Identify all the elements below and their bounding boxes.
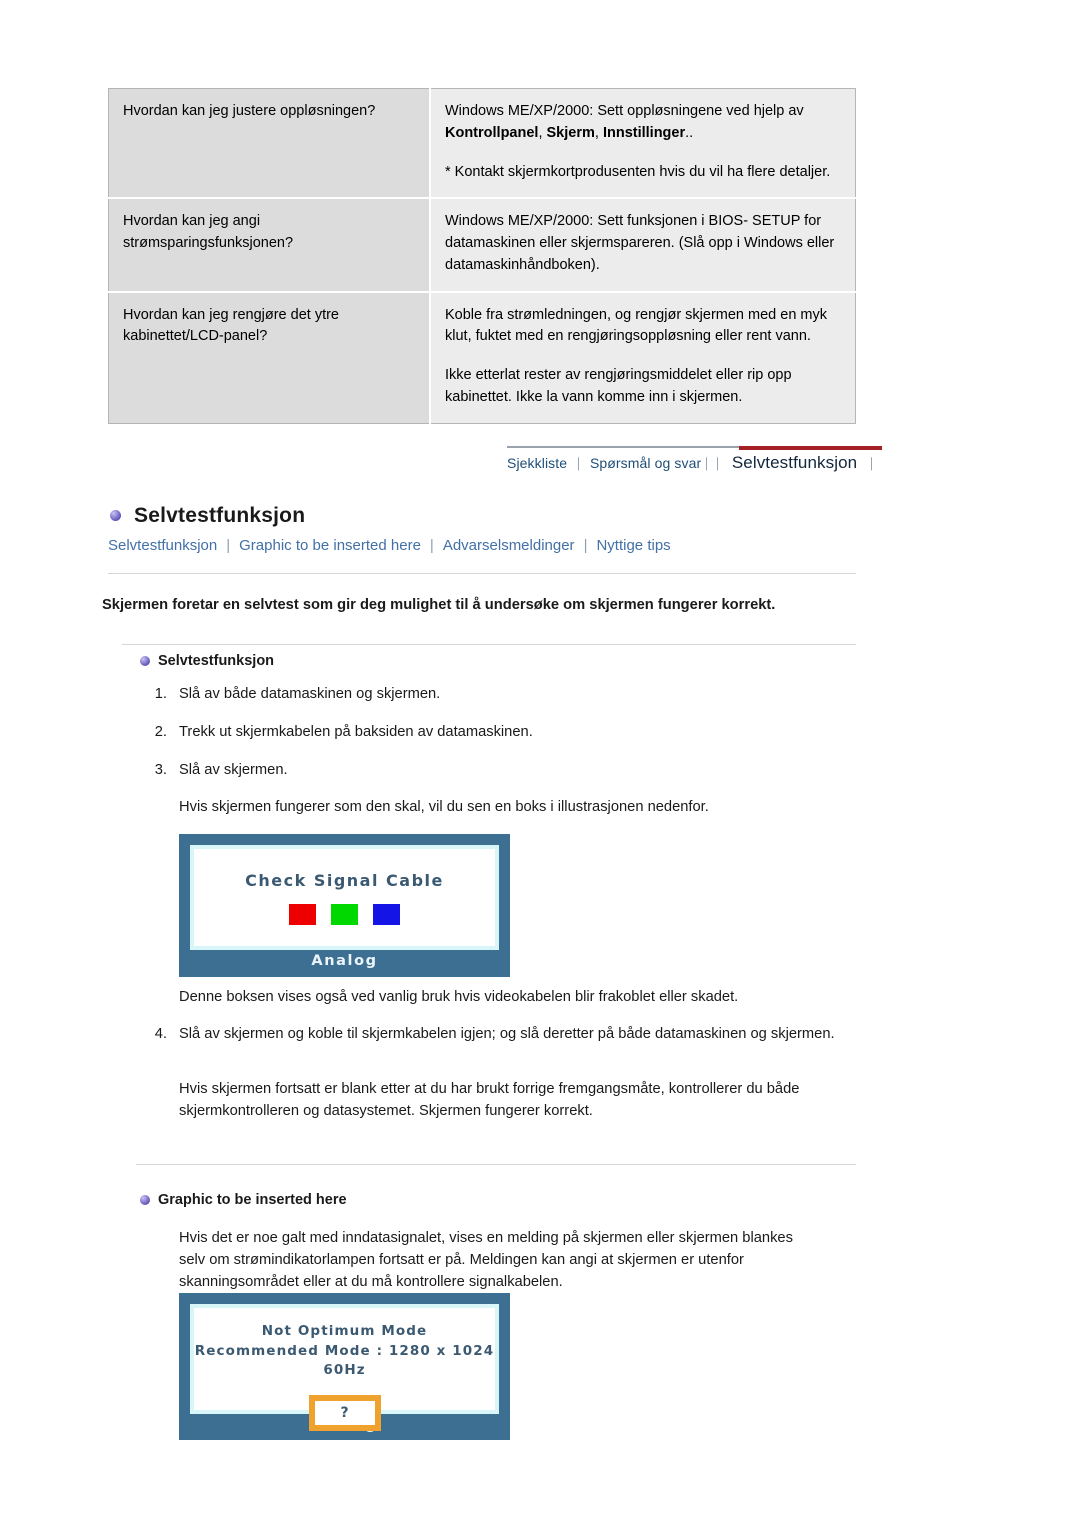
faq-answer-bold-skjerm: Skjerm bbox=[546, 124, 595, 141]
step-number: 3. bbox=[154, 762, 167, 779]
section-heading-selvtestfunksjon: Selvtestfunksjon bbox=[140, 653, 274, 669]
illustration-not-optimum-mode: Not Optimum Mode Recommended Mode : 1280… bbox=[179, 1293, 510, 1440]
tab-sjekkliste[interactable]: Sjekkliste bbox=[507, 455, 567, 471]
faq-answer-note: * Kontakt skjermkortprodusenten hvis du … bbox=[445, 163, 831, 180]
illustration-check-signal-cable: Check Signal Cable Analog bbox=[179, 834, 510, 977]
rgb-swatch-row bbox=[194, 904, 495, 925]
tab-selvtestfunksjon[interactable]: Selvtestfunksjon bbox=[723, 453, 866, 473]
section-tab-bar: Sjekkliste ⏐ Spørsmål og svar ⏐ ⏐ Selvte… bbox=[507, 446, 882, 480]
divider-above-selftest-section bbox=[122, 644, 856, 645]
page-title: Selvtestfunksjon bbox=[134, 504, 306, 527]
swatch-green-icon bbox=[331, 904, 358, 925]
tab-sporsmal-og-svar[interactable]: Spørsmål og svar bbox=[590, 455, 701, 471]
faq-answer-paragraph: Windows ME/XP/2000: Sett oppløsningene v… bbox=[445, 101, 841, 145]
link-separator: | bbox=[429, 537, 434, 554]
step-number: 4. bbox=[154, 1026, 167, 1042]
breadcrumb: Selvtestfunksjon | Graphic to be inserted … bbox=[108, 537, 671, 554]
faq-answer-suffix: .. bbox=[685, 124, 694, 141]
sphere-bullet-icon bbox=[140, 656, 150, 666]
page-title-row: Selvtestfunksjon bbox=[110, 504, 305, 528]
divider-under-breadcrumb bbox=[108, 573, 856, 574]
lead-paragraph: Skjermen foretar en selvtest som gir deg… bbox=[102, 597, 776, 613]
selftest-step-list: 1. Slå av både datamaskinen og skjermen.… bbox=[143, 683, 863, 797]
table-row: Hvordan kan jeg rengjøre det ytre kabine… bbox=[108, 291, 856, 423]
tab-separator: ⏐ bbox=[575, 457, 582, 471]
swatch-blue-icon bbox=[373, 904, 400, 925]
tab-separator: ⏐ bbox=[714, 457, 721, 471]
list-item: 1. Slå av både datamaskinen og skjermen. bbox=[143, 683, 863, 705]
tabbar-rule bbox=[507, 446, 739, 448]
graphic-section-body: Hvis det er noe galt med inndatasignalet… bbox=[179, 1230, 793, 1291]
section-heading-label: Selvtestfunksjon bbox=[158, 653, 275, 669]
link-separator: | bbox=[226, 537, 231, 554]
link-graphic-to-be-inserted-here[interactable]: Graphic to be inserted here bbox=[239, 537, 421, 554]
faq-question-cell: Hvordan kan jeg angi strømsparingsfunksj… bbox=[108, 198, 431, 293]
faq-question-cell: Hvordan kan jeg rengjøre det ytre kabine… bbox=[108, 291, 431, 423]
step-number: 1. bbox=[154, 686, 167, 702]
step-number: 2. bbox=[154, 724, 167, 741]
faq-answer-bold-kontrollpanel: Kontrollpanel bbox=[445, 124, 539, 141]
selftest-after-image-text: Denne boksen vises også ved vanlig bruk … bbox=[179, 989, 739, 1005]
faq-question-cell: Hvordan kan jeg justere oppløsningen? bbox=[108, 88, 431, 200]
tab-list: Sjekkliste ⏐ Spørsmål og svar ⏐ ⏐ Selvte… bbox=[507, 453, 877, 473]
step-text: Slå av skjermen og koble til skjermkabel… bbox=[179, 1026, 835, 1042]
sphere-bullet-icon bbox=[140, 1195, 150, 1205]
swatch-red-icon bbox=[289, 904, 316, 925]
faq-table: Hvordan kan jeg justere oppløsningen? Wi… bbox=[108, 88, 856, 424]
faq-answer-cell: Koble fra strømledningen, og rengjør skj… bbox=[430, 291, 856, 423]
faq-answer-cell: Windows ME/XP/2000: Sett oppløsningene v… bbox=[430, 88, 856, 200]
selftest-step-4: 4. Slå av skjermen og koble til skjermka… bbox=[143, 1023, 863, 1045]
divider-above-graphic-section bbox=[136, 1164, 856, 1165]
faq-answer-paragraph: Koble fra strømledningen, og rengjør skj… bbox=[445, 306, 827, 345]
monitor-source-label: Analog bbox=[311, 953, 378, 969]
monitor-message: Check Signal Cable bbox=[245, 871, 444, 890]
step-text: Trekk ut skjermkabelen på baksiden av da… bbox=[179, 724, 533, 741]
section-heading-graphic-to-be-inserted-here: Graphic to be inserted here bbox=[140, 1192, 347, 1208]
table-row: Hvordan kan jeg justere oppløsningen? Wi… bbox=[108, 88, 856, 200]
faq-answer-cell: Windows ME/XP/2000: Sett funksjonen i BI… bbox=[430, 198, 856, 293]
tab-separator: ⏐ bbox=[703, 457, 711, 471]
monitor-message-line2: Recommended Mode : 1280 x 1024 60Hz bbox=[194, 1342, 495, 1379]
section-heading-label: Graphic to be inserted here bbox=[158, 1192, 347, 1208]
monitor-message-line1: Not Optimum Mode bbox=[261, 1323, 428, 1339]
monitor-screen: Not Optimum Mode Recommended Mode : 1280… bbox=[190, 1304, 499, 1431]
selftest-closing-text: Hvis skjermen fortsatt er blank etter at… bbox=[179, 1081, 800, 1120]
step-text: Slå av skjermen. bbox=[179, 762, 288, 779]
link-separator: | bbox=[583, 537, 588, 554]
link-selvtestfunksjon[interactable]: Selvtestfunksjon bbox=[108, 537, 217, 554]
question-mark-box: ? bbox=[308, 1394, 381, 1431]
faq-answer-comma-2: , bbox=[594, 124, 603, 141]
faq-answer-paragraph: Windows ME/XP/2000: Sett funksjonen i BI… bbox=[445, 213, 835, 273]
link-nyttige-tips[interactable]: Nyttige tips bbox=[596, 537, 670, 554]
tabbar-active-indicator bbox=[739, 446, 882, 450]
faq-answer-note: Ikke etterlat rester av rengjøringsmidde… bbox=[445, 367, 792, 405]
table-row: Hvordan kan jeg angi strømsparingsfunksj… bbox=[108, 198, 856, 293]
step-text: Slå av både datamaskinen og skjermen. bbox=[179, 686, 441, 702]
list-item: 3. Slå av skjermen. bbox=[143, 759, 863, 781]
sphere-bullet-icon bbox=[110, 510, 121, 521]
faq-answer-text: Windows ME/XP/2000: Sett oppløsningene v… bbox=[445, 103, 804, 119]
link-advarselsmeldinger[interactable]: Advarselsmeldinger bbox=[443, 537, 575, 554]
faq-answer-comma-1: , bbox=[538, 124, 547, 141]
tab-separator: ⏐ bbox=[868, 457, 876, 471]
selftest-after-step3-text: Hvis skjermen fungerer som den skal, vil… bbox=[179, 799, 709, 815]
faq-answer-bold-innstillinger: Innstillinger bbox=[602, 124, 686, 141]
monitor-screen: Check Signal Cable bbox=[190, 845, 499, 950]
list-item: 2. Trekk ut skjermkabelen på baksiden av… bbox=[143, 721, 863, 743]
